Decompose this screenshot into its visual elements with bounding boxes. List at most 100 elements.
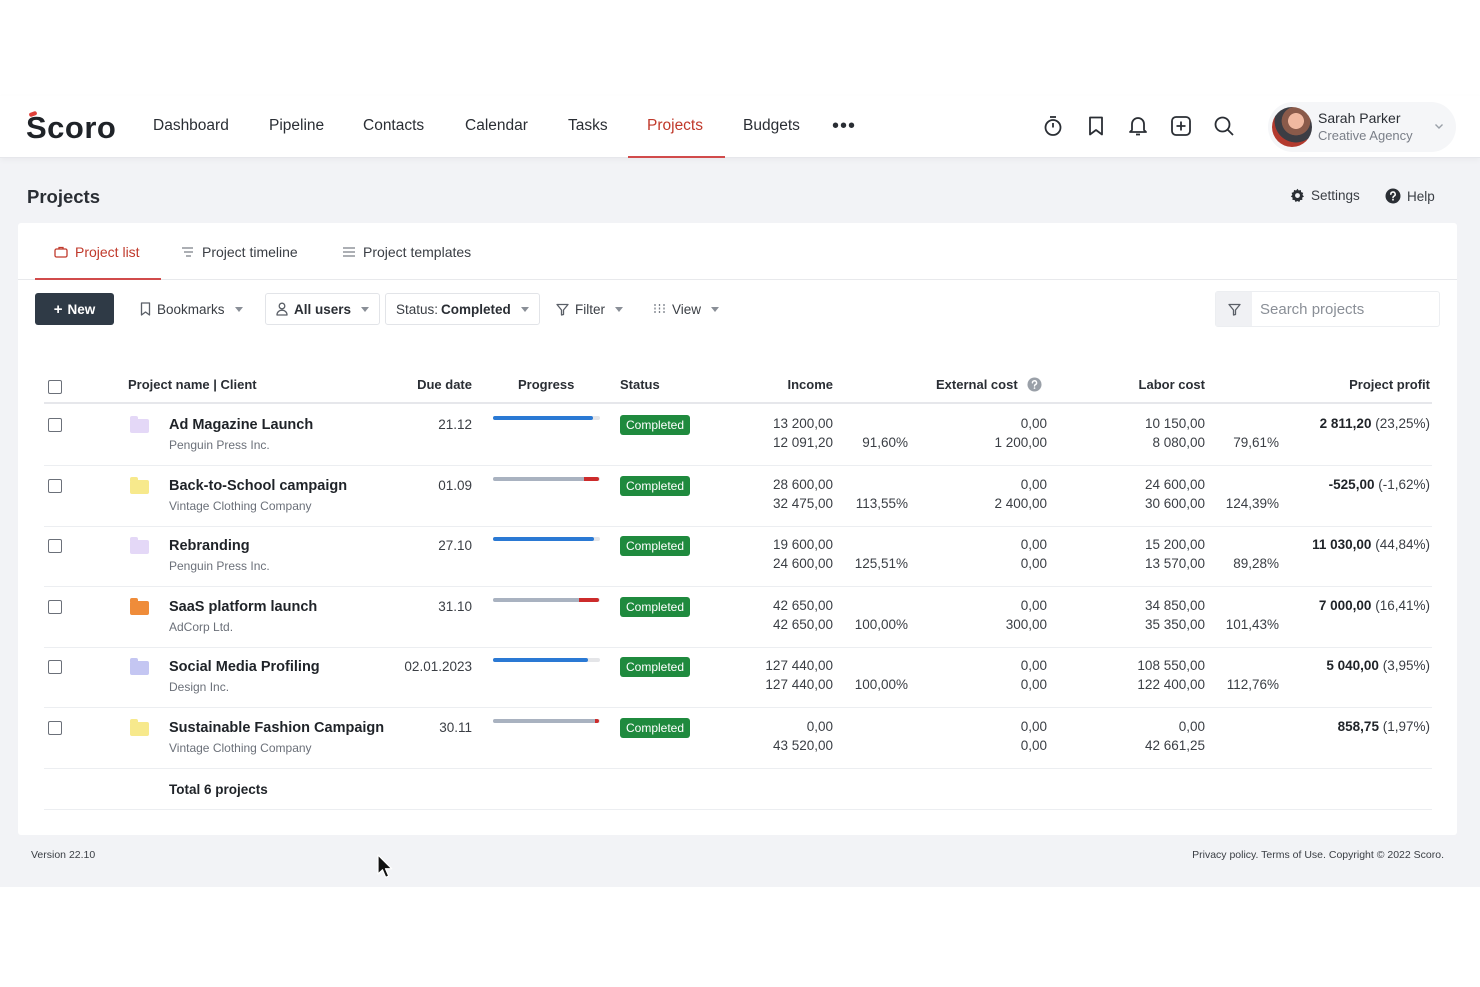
more-menu-icon[interactable]: ••• [832, 115, 856, 138]
project-name[interactable]: Social Media Profiling [169, 659, 320, 675]
income-percent: 125,51% [854, 556, 908, 571]
tab-project-timeline[interactable]: Project timeline [181, 223, 298, 280]
row-checkbox[interactable] [48, 599, 62, 614]
client-name[interactable]: Penguin Press Inc. [169, 559, 270, 573]
filter-icon [556, 303, 569, 316]
table-row[interactable]: Social Media Profiling Design Inc. 02.01.2… [44, 647, 1432, 708]
profit-value: 7 000,00 [1318, 597, 1372, 613]
status-dropdown[interactable]: Status: Completed [385, 293, 540, 325]
add-square-icon[interactable] [1168, 113, 1194, 139]
client-name[interactable]: Penguin Press Inc. [169, 438, 270, 452]
filter-dropdown[interactable]: Filter [546, 293, 633, 325]
project-name[interactable]: Sustainable Fashion Campaign [169, 720, 384, 736]
row-checkbox[interactable] [48, 660, 62, 674]
external-cost-label: External cost [936, 377, 1018, 392]
row-checkbox[interactable] [48, 478, 62, 493]
project-name[interactable]: Ad Magazine Launch [169, 417, 313, 433]
progress-bar [493, 537, 600, 541]
bookmarks-dropdown[interactable]: Bookmarks [130, 293, 253, 325]
nav-budgets[interactable]: Budgets [743, 96, 800, 158]
project-folder-icon [130, 718, 149, 736]
income-actual: 127 440,00 [765, 677, 833, 692]
income-planned: 0,00 [806, 718, 833, 734]
search-projects-input[interactable] [1260, 292, 1430, 326]
nav-contacts[interactable]: Contacts [363, 96, 424, 158]
header-progress[interactable]: Progress [518, 377, 574, 392]
list-icon [343, 246, 355, 257]
nav-dashboard[interactable]: Dashboard [153, 96, 229, 158]
help-link[interactable]: Help [1385, 188, 1435, 204]
table-row[interactable]: Rebranding Penguin Press Inc. 27.10 Complet… [44, 526, 1432, 587]
settings-link[interactable]: Settings [1290, 188, 1360, 203]
version-text: Version 22.10 [31, 849, 96, 861]
header-project-profit[interactable]: Project profit [1349, 377, 1430, 392]
scoro-logo[interactable]: Scoro [26, 110, 116, 146]
table-row[interactable]: SaaS platform launch AdCorp Ltd. 31.10 Comp… [44, 587, 1432, 648]
timer-icon[interactable] [1040, 113, 1066, 139]
client-name[interactable]: AdCorp Ltd. [169, 620, 233, 634]
chevron-down-icon [1434, 118, 1444, 136]
header-project-name[interactable]: Project name | Client [128, 377, 257, 392]
labor-cost-actual: 13 570,00 [1144, 556, 1205, 571]
row-checkbox[interactable] [48, 418, 62, 432]
table-row[interactable]: Back-to-School campaign Vintage Clothing … [44, 466, 1432, 527]
nav-calendar[interactable]: Calendar [465, 96, 528, 158]
new-button-label: New [67, 301, 96, 317]
search-filter-icon[interactable] [1216, 292, 1252, 326]
table-row[interactable]: Ad Magazine Launch Penguin Press Inc. 21.1… [44, 405, 1432, 466]
row-checkbox[interactable] [48, 720, 62, 735]
legal-text[interactable]: Privacy policy. Terms of Use. Copyright … [1192, 849, 1444, 861]
client-name[interactable]: Vintage Clothing Company [169, 499, 312, 513]
status-badge: Completed [620, 536, 691, 556]
header-labor-cost[interactable]: Labor cost [1139, 377, 1205, 392]
project-name[interactable]: SaaS platform launch [169, 599, 317, 615]
nav-pipeline[interactable]: Pipeline [269, 96, 324, 158]
due-date: 01.09 [438, 477, 472, 493]
tab-project-list[interactable]: Project list [54, 223, 140, 280]
project-profit: 11 030,00 (44,84%) [1312, 537, 1430, 552]
client-name[interactable]: Design Inc. [169, 680, 229, 694]
user-menu[interactable]: Sarah Parker Creative Agency [1268, 102, 1456, 152]
table-row[interactable]: Sustainable Fashion Campaign Vintage Clot… [44, 708, 1432, 769]
income-percent: 91,60% [862, 435, 908, 450]
search-icon[interactable] [1211, 113, 1237, 139]
new-project-button[interactable]: + New [35, 293, 114, 325]
table-header: Project name | Client Due date Progress … [44, 369, 1432, 404]
bell-icon[interactable] [1125, 113, 1151, 139]
users-dropdown[interactable]: All users [265, 293, 381, 325]
nav-tasks[interactable]: Tasks [568, 96, 608, 158]
header-due-date[interactable]: Due date [417, 377, 472, 392]
client-name[interactable]: Vintage Clothing Company [169, 741, 312, 755]
plus-icon: + [53, 300, 63, 318]
bookmark-icon[interactable] [1083, 113, 1109, 139]
header-income[interactable]: Income [787, 377, 833, 392]
timeline-icon [182, 246, 193, 257]
profit-percent: (16,41%) [1375, 597, 1430, 613]
progress-fill [493, 658, 588, 662]
project-profit: 5 040,00 (3,95%) [1326, 658, 1430, 673]
select-all-checkbox[interactable] [48, 380, 62, 394]
labor-cost-actual: 8 080,00 [1152, 435, 1205, 450]
view-dropdown[interactable]: View [643, 293, 729, 325]
labor-cost-percent: 89,28% [1233, 556, 1279, 571]
profit-value: 858,75 [1337, 718, 1379, 734]
tab-project-templates[interactable]: Project templates [342, 223, 471, 280]
row-checkbox[interactable] [48, 539, 62, 553]
external-cost-planned: 0,00 [1020, 597, 1047, 613]
header-external-cost[interactable]: External cost [936, 377, 1042, 392]
project-profit: 858,75 (1,97%) [1338, 719, 1430, 734]
progress-bar [493, 718, 600, 723]
due-date: 31.10 [438, 598, 472, 614]
income-planned: 13 200,00 [772, 416, 833, 431]
project-name[interactable]: Back-to-School campaign [169, 478, 347, 494]
header-status[interactable]: Status [620, 377, 660, 392]
project-name[interactable]: Rebranding [169, 538, 250, 554]
info-icon[interactable] [1027, 377, 1042, 392]
nav-projects[interactable]: Projects [647, 96, 703, 158]
caret-down-icon [361, 306, 370, 312]
user-icon [276, 302, 288, 316]
profit-percent: (1,97%) [1382, 718, 1430, 734]
progress-fill [493, 537, 594, 541]
logo-text: Scoro [26, 110, 117, 145]
avatar [1272, 107, 1312, 147]
